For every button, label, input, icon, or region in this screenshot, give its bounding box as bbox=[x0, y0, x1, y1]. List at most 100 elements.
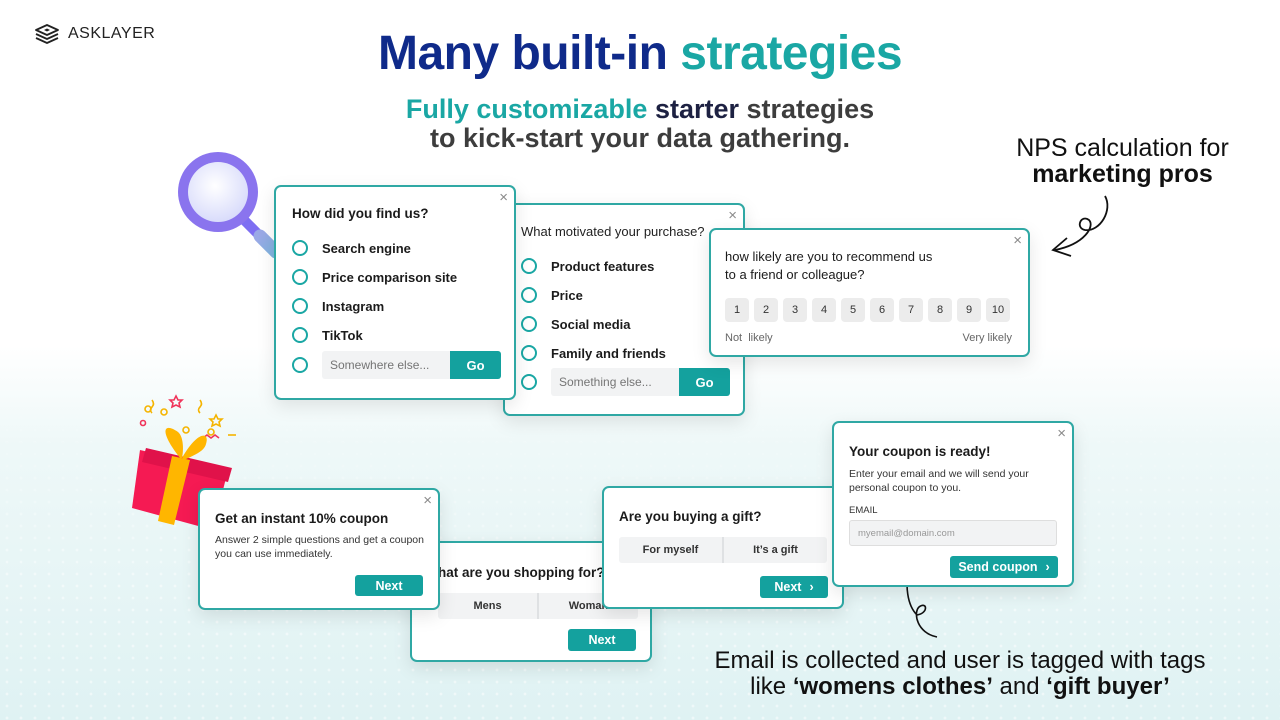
option-label: Search engine bbox=[322, 240, 411, 256]
nps-scale: 1 2 3 4 5 6 7 8 9 10 bbox=[725, 298, 1010, 322]
option-family-friends[interactable]: Family and friends bbox=[521, 345, 666, 361]
other-text-input[interactable] bbox=[551, 368, 679, 396]
radio-button[interactable] bbox=[292, 327, 308, 343]
option-label: Instagram bbox=[322, 298, 385, 314]
radio-button[interactable] bbox=[292, 357, 308, 373]
go-button[interactable]: Go bbox=[679, 368, 730, 396]
option-price[interactable]: Price bbox=[521, 287, 583, 303]
other-text-input[interactable] bbox=[322, 351, 450, 379]
question-title: how likely are you to recommend us to a … bbox=[725, 248, 932, 284]
option-label: Social media bbox=[551, 316, 631, 332]
survey-card-nps: × how likely are you to recommend us to … bbox=[709, 228, 1030, 357]
other-option-row: Go bbox=[521, 368, 730, 396]
nps-score-button[interactable]: 10 bbox=[986, 298, 1010, 322]
annotation-and: and bbox=[992, 673, 1047, 700]
offer-description: Answer 2 simple questions and get a coup… bbox=[215, 533, 424, 561]
subtitle-navy: starter bbox=[654, 94, 740, 124]
radio-button[interactable] bbox=[292, 240, 308, 256]
option-mens[interactable]: Mens bbox=[438, 593, 537, 619]
radio-button[interactable] bbox=[292, 269, 308, 285]
option-price-comparison[interactable]: Price comparison site bbox=[292, 269, 457, 285]
option-social-media[interactable]: Social media bbox=[521, 316, 630, 332]
nps-score-button[interactable]: 6 bbox=[870, 298, 894, 322]
radio-button[interactable] bbox=[521, 258, 537, 274]
option-instagram[interactable]: Instagram bbox=[292, 298, 384, 314]
question-line-2: to a friend or colleague? bbox=[725, 267, 865, 282]
nps-score-button[interactable]: 8 bbox=[928, 298, 952, 322]
email-input[interactable]: myemail@domain.com bbox=[849, 520, 1057, 546]
radio-button[interactable] bbox=[521, 345, 537, 361]
go-button[interactable]: Go bbox=[450, 351, 501, 379]
option-label: Family and friends bbox=[551, 345, 666, 361]
option-label: TikTok bbox=[322, 327, 363, 343]
tag-gift-buyer: ‘gift buyer’ bbox=[1046, 673, 1170, 700]
annotation-line-2: marketing pros bbox=[1032, 160, 1213, 188]
chevron-right-icon: › bbox=[809, 580, 814, 594]
coupon-ready-description: Enter your email and we will send your p… bbox=[849, 467, 1029, 495]
title-part-teal: strategies bbox=[680, 27, 903, 80]
subtitle-line2: to kick-start your data gathering. bbox=[429, 123, 851, 153]
radio-button[interactable] bbox=[521, 316, 537, 332]
option-label: Price bbox=[551, 287, 583, 303]
annotation-line-1: NPS calculation for bbox=[1016, 134, 1229, 162]
radio-button[interactable] bbox=[521, 374, 537, 390]
nps-score-button[interactable]: 3 bbox=[783, 298, 807, 322]
question-title: Are you buying a gift? bbox=[619, 509, 762, 524]
next-button[interactable]: Next bbox=[355, 575, 423, 596]
nps-score-button[interactable]: 5 bbox=[841, 298, 865, 322]
subtitle-rest: strategies bbox=[746, 94, 875, 124]
question-line-1: how likely are you to recommend us bbox=[725, 249, 933, 264]
annotation-like: like bbox=[750, 673, 793, 700]
survey-card-find-us: × How did you find us? Search engine Pri… bbox=[274, 185, 516, 400]
nps-score-button[interactable]: 1 bbox=[725, 298, 749, 322]
other-option-row: Go bbox=[292, 351, 501, 379]
option-label: Price comparison site bbox=[322, 269, 458, 285]
option-for-myself[interactable]: For myself bbox=[619, 537, 722, 563]
offer-title: Get an instant 10% coupon bbox=[215, 511, 389, 526]
curly-arrow-icon bbox=[1051, 195, 1109, 257]
next-button[interactable]: Next › bbox=[760, 576, 828, 598]
nps-high-label: Very likely bbox=[962, 332, 1012, 344]
next-button[interactable]: Next bbox=[568, 629, 636, 651]
close-icon[interactable]: × bbox=[1057, 425, 1066, 442]
description-line-2: you can use immediately. bbox=[215, 548, 333, 560]
send-coupon-button[interactable]: Send coupon › bbox=[950, 556, 1058, 578]
nps-score-button[interactable]: 2 bbox=[754, 298, 778, 322]
nps-low-label: Not likely bbox=[725, 332, 773, 344]
survey-card-gift: × Are you buying a gift? For myself It’s… bbox=[602, 486, 846, 609]
gift-options: For myself It’s a gift bbox=[619, 537, 827, 563]
option-label: Product features bbox=[551, 258, 655, 274]
title-part-navy: Many built-in bbox=[377, 27, 668, 80]
coupon-offer-card: × Get an instant 10% coupon Answer 2 sim… bbox=[198, 488, 440, 610]
description-line-2: personal coupon to you. bbox=[849, 482, 962, 494]
close-icon[interactable]: × bbox=[1013, 232, 1022, 249]
email-label: EMAIL bbox=[849, 505, 878, 516]
description-line-1: Enter your email and we will send your bbox=[849, 468, 1029, 480]
annotation-line-1: Email is collected and user is tagged wi… bbox=[714, 647, 1206, 674]
question-title: hat are you shopping for? bbox=[438, 565, 605, 580]
close-icon[interactable]: × bbox=[499, 189, 508, 206]
option-product-features[interactable]: Product features bbox=[521, 258, 654, 274]
send-coupon-label: Send coupon bbox=[958, 560, 1038, 574]
option-search-engine[interactable]: Search engine bbox=[292, 240, 411, 256]
option-its-a-gift[interactable]: It’s a gift bbox=[722, 537, 827, 563]
close-icon[interactable]: × bbox=[728, 207, 737, 224]
radio-button[interactable] bbox=[292, 298, 308, 314]
close-icon[interactable]: × bbox=[423, 492, 432, 509]
radio-button[interactable] bbox=[521, 287, 537, 303]
question-title: What motivated your purchase? bbox=[521, 224, 705, 239]
nps-score-button[interactable]: 9 bbox=[957, 298, 981, 322]
coupon-ready-title: Your coupon is ready! bbox=[849, 444, 991, 459]
email-annotation: Email is collected and user is tagged wi… bbox=[680, 648, 1240, 700]
subtitle-teal: Fully customizable bbox=[405, 94, 648, 124]
option-tiktok[interactable]: TikTok bbox=[292, 327, 363, 343]
nps-score-button[interactable]: 4 bbox=[812, 298, 836, 322]
tag-womens-clothes: ‘womens clothes’ bbox=[792, 673, 993, 700]
coupon-ready-card: × Your coupon is ready! Enter your email… bbox=[832, 421, 1074, 587]
nps-annotation: NPS calculation for marketing pros bbox=[990, 135, 1255, 187]
question-title: How did you find us? bbox=[292, 206, 429, 221]
chevron-right-icon: › bbox=[1045, 560, 1050, 574]
nps-score-button[interactable]: 7 bbox=[899, 298, 923, 322]
description-line-1: Answer 2 simple questions and get a coup… bbox=[215, 534, 424, 546]
page-title: Many built-in strategies bbox=[0, 26, 1280, 81]
